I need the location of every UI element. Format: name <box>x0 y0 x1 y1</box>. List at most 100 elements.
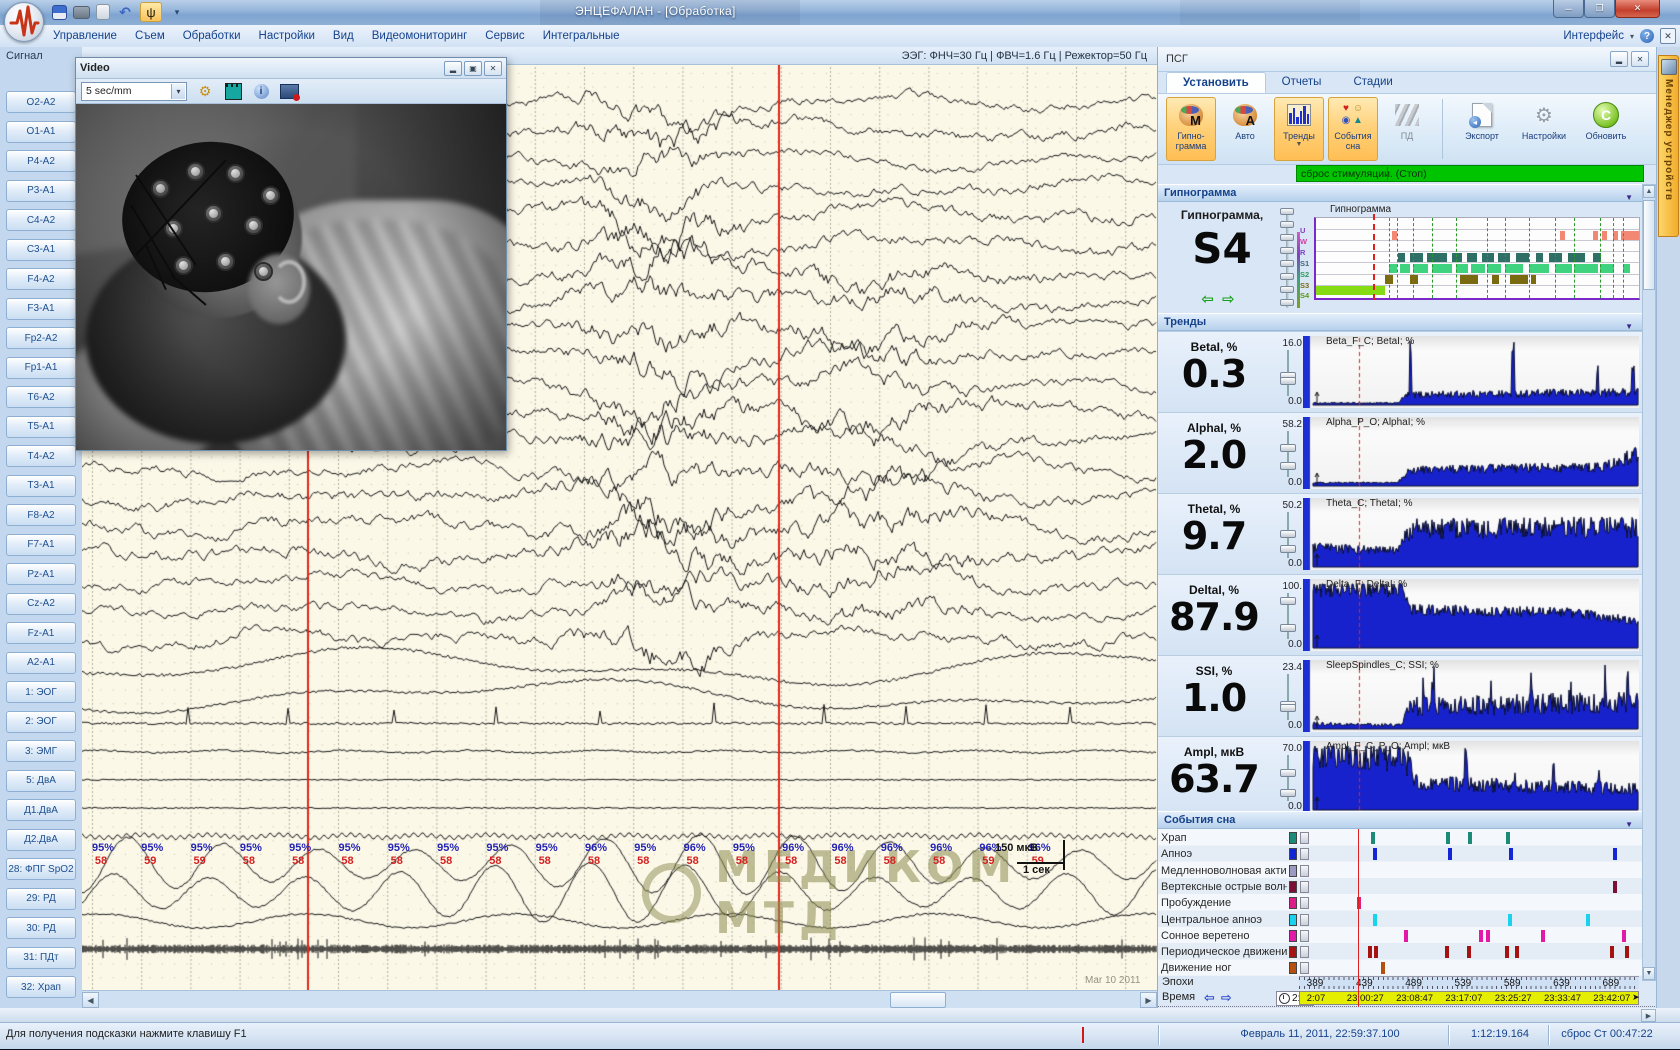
channel-button[interactable]: 29: РД <box>6 888 76 910</box>
chevron-down-icon[interactable]: ▾ <box>1630 32 1634 41</box>
slider-thumb[interactable] <box>1280 462 1296 470</box>
ribbon-button-обновить[interactable]: CОбновить <box>1577 97 1635 161</box>
trend-threshold-slider[interactable] <box>1280 512 1296 558</box>
channel-button[interactable]: 1: ЭОГ <box>6 681 76 703</box>
menu-item-7[interactable]: Интегральные <box>534 26 629 47</box>
ribbon-button-тренды[interactable]: Тренды▼ <box>1274 97 1324 161</box>
slider-thumb[interactable] <box>1280 221 1294 228</box>
tab-Стадии[interactable]: Стадии <box>1337 72 1408 93</box>
copy-icon[interactable] <box>96 4 110 20</box>
menu-item-1[interactable]: Съем <box>126 26 174 47</box>
channel-button[interactable]: C4-A2 <box>6 209 76 231</box>
channel-button[interactable]: Pz-A1 <box>6 563 76 585</box>
channel-button[interactable]: T4-A2 <box>6 445 76 467</box>
scrollbar-thumb[interactable] <box>890 992 946 1008</box>
channel-button[interactable]: F3-A1 <box>6 298 76 320</box>
channel-button[interactable]: Cz-A2 <box>6 593 76 615</box>
tab-Установить[interactable]: Установить <box>1166 72 1266 93</box>
device-manager-tab[interactable]: Менеджер устройств <box>1658 55 1679 237</box>
hypnogram-chart[interactable]: Гипнограмма <box>1314 202 1639 313</box>
epoch-navigation-arrows[interactable]: ⇦⇨ <box>1204 990 1238 1006</box>
channel-button[interactable]: C3-A1 <box>6 239 76 261</box>
channel-button[interactable]: T3-A1 <box>6 475 76 497</box>
channel-button[interactable]: Д1.ДвА <box>6 799 76 821</box>
hypnogram-plot[interactable] <box>1314 217 1640 300</box>
psg-scroll-right-icon[interactable]: ▶ <box>1641 1009 1656 1022</box>
channel-button[interactable]: Д2.ДвА <box>6 829 76 851</box>
event-row-handle[interactable] <box>1300 946 1309 958</box>
restore-button[interactable]: ❒ <box>1584 0 1615 18</box>
ribbon-button-событиясна[interactable]: ♥☺◉▲Событиясна <box>1328 97 1378 161</box>
toolbar-overflow-icon[interactable]: ▾ <box>168 4 186 21</box>
ribbon-button-экспорт[interactable]: ◂Экспорт <box>1453 97 1511 161</box>
slider-thumb[interactable] <box>1280 769 1296 777</box>
trend-threshold-slider[interactable] <box>1280 431 1296 477</box>
ribbon-button-пд[interactable]: ПД <box>1382 97 1432 161</box>
camera-record-icon[interactable] <box>279 82 299 100</box>
event-row-handle[interactable] <box>1300 930 1309 942</box>
slider-thumb[interactable] <box>1280 299 1294 306</box>
menu-item-4[interactable]: Вид <box>324 26 363 47</box>
hypnogram-scale-slider[interactable] <box>1280 208 1294 308</box>
channel-button[interactable]: F4-A2 <box>6 268 76 290</box>
ribbon-button-гипнограмма[interactable]: MГипно-грамма <box>1166 97 1216 161</box>
event-row-handle[interactable] <box>1300 881 1309 893</box>
wireless-antenna-icon[interactable]: ψ <box>140 2 162 22</box>
filmstrip-icon[interactable] <box>223 82 243 100</box>
channel-button[interactable]: 3: ЭМГ <box>6 740 76 762</box>
event-row-handle[interactable] <box>1300 962 1309 974</box>
video-settings-icon[interactable]: ⚙ <box>195 82 215 100</box>
event-row-handle[interactable] <box>1300 848 1309 860</box>
channel-button[interactable]: Fz-A1 <box>6 622 76 644</box>
slider-thumb[interactable] <box>1280 624 1296 632</box>
video-title-bar[interactable]: Video ▂ ▣ ✕ <box>76 58 506 79</box>
print-icon[interactable] <box>73 6 90 19</box>
ribbon-button-настройки[interactable]: ⚙Настройки <box>1515 97 1573 161</box>
menu-item-3[interactable]: Настройки <box>250 26 324 47</box>
psg-vertical-scrollbar[interactable]: ▲ ▼ <box>1642 184 1656 981</box>
slider-thumb[interactable] <box>1280 597 1296 605</box>
video-close-button[interactable]: ✕ <box>484 61 502 76</box>
channel-button[interactable]: Fp2-A2 <box>6 327 76 349</box>
help-icon[interactable]: ? <box>1640 29 1654 43</box>
interface-menu[interactable]: Интерфейс <box>1563 30 1624 42</box>
tab-Отчеты[interactable]: Отчеты <box>1266 72 1338 93</box>
scrollbar-thumb[interactable] <box>1643 200 1655 290</box>
undo-icon[interactable]: ↶ <box>116 4 134 21</box>
channel-button[interactable]: O1-A1 <box>6 121 76 143</box>
chevron-down-icon[interactable]: ▾ <box>171 84 185 99</box>
slider-thumb[interactable] <box>1280 247 1294 254</box>
slider-thumb[interactable] <box>1280 208 1294 215</box>
time-axis[interactable]: 2:0723:00:2723:08:4723:17:0723:25:2723:3… <box>1299 991 1639 1005</box>
trend-threshold-slider[interactable] <box>1280 674 1296 720</box>
slider-thumb[interactable] <box>1280 530 1296 538</box>
slider-thumb[interactable] <box>1280 704 1296 712</box>
channel-button[interactable]: 28: ФПГ SpO2 <box>6 858 76 880</box>
channel-button[interactable]: A2-A1 <box>6 652 76 674</box>
channel-button[interactable]: 5: ДвА <box>6 770 76 792</box>
event-row-handle[interactable] <box>1300 914 1309 926</box>
slider-thumb[interactable] <box>1280 377 1296 385</box>
scroll-right-icon[interactable]: ▶ <box>1140 992 1157 1008</box>
slider-thumb[interactable] <box>1280 260 1294 267</box>
menu-item-2[interactable]: Обработки <box>174 26 250 47</box>
minimize-button[interactable]: ─ <box>1553 0 1584 18</box>
slider-thumb[interactable] <box>1280 234 1294 241</box>
psg-minimize-button[interactable]: ▂ <box>1610 51 1628 67</box>
menu-item-6[interactable]: Сервис <box>476 26 533 47</box>
info-icon[interactable]: i <box>251 82 271 100</box>
channel-button[interactable]: T6-A2 <box>6 386 76 408</box>
sweep-speed-select[interactable]: 5 sec/mm ▾ <box>81 82 187 101</box>
channel-button[interactable]: F7-A1 <box>6 534 76 556</box>
event-row-handle[interactable] <box>1300 897 1309 909</box>
trend-threshold-slider[interactable] <box>1280 593 1296 639</box>
event-row-handle[interactable] <box>1300 832 1309 844</box>
psg-close-button[interactable]: ✕ <box>1631 51 1649 67</box>
slider-thumb[interactable] <box>1280 286 1294 293</box>
stage-navigation-arrows[interactable]: ⇦⇨ <box>1166 290 1278 308</box>
sleep-events-section-header[interactable]: События сна ▼ <box>1158 811 1657 829</box>
menu-item-0[interactable]: Управление <box>44 26 126 47</box>
scroll-up-icon[interactable]: ▲ <box>1643 185 1655 198</box>
close-button[interactable]: ✕ <box>1615 0 1660 18</box>
channel-button[interactable]: O2-A2 <box>6 91 76 113</box>
